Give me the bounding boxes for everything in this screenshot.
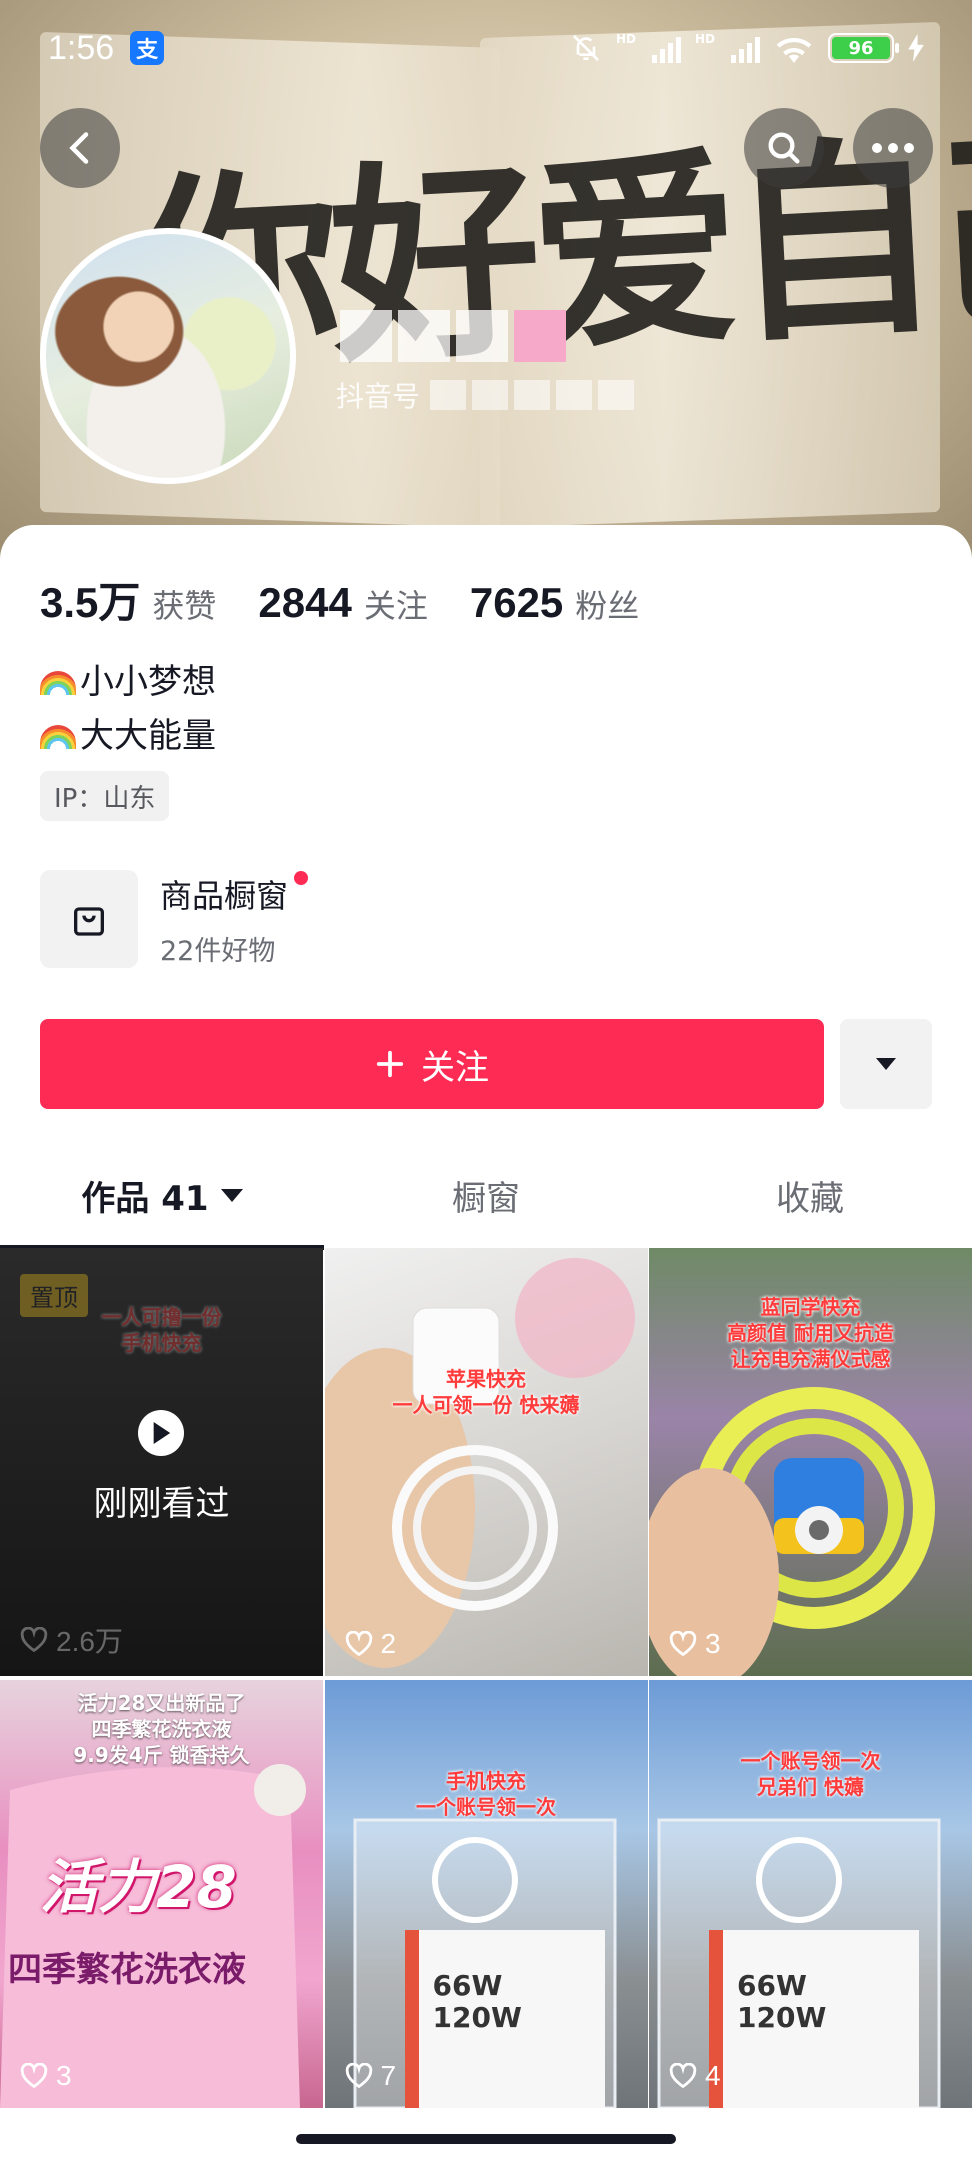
video-caption: 蓝同学快充 高颜值 耐用又抗造 让充电充满仪式感 [727,1295,894,1371]
more-dots-icon [872,143,914,153]
tab-favorites-label: 收藏 [776,1178,844,1219]
tab-works-label: 作品 41 [81,1178,209,1219]
stat-likes-value: 3.5万 [40,579,141,626]
hd-label-1: HD [615,32,636,46]
video-thumbnail-bag [353,1818,616,2108]
stat-followers[interactable]: 7625 粉丝 [470,579,639,627]
username-masked [340,310,566,370]
video-thumbnail-bag [657,1818,941,2108]
video-likes-count: 2.6万 [56,1626,123,1657]
douyin-id-label: 抖音号 [336,380,421,413]
mute-bell-icon [573,35,599,61]
heart-icon [20,2063,48,2089]
video-caption: 一个账号领一次 兄弟们 快薅 [740,1749,881,1799]
video-tile[interactable]: 苹果快充 一人可领一份 快来薅 2 [324,1248,648,1676]
notification-dot [294,870,309,885]
rainbow-icon [40,725,76,749]
video-likes-count: 3 [705,1628,721,1659]
tab-showcase-label: 橱窗 [452,1178,520,1219]
heart-icon [669,1631,697,1657]
shop-window-entry[interactable]: 商品橱窗 22件好物 [40,870,309,968]
home-indicator[interactable] [296,2134,676,2144]
video-tile[interactable]: 手机快充 一个账号领一次 66W 120W 7 [324,1680,648,2108]
video-grid: 一人可撸一份 手机快充 置顶 刚刚看过 2.6万 苹果快充 一人可领一份 快来薅… [0,1248,972,2108]
plus-icon [376,1050,404,1078]
signal-icon-2 [731,33,760,63]
video-likes-count: 7 [380,2060,397,2091]
shop-title: 商品橱窗 [160,876,289,915]
video-tile[interactable]: 蓝同学快充 高颜值 耐用又抗造 让充电充满仪式感 3 [649,1248,972,1676]
bio-line-2: 大大能量 [80,716,216,756]
stat-followers-label: 粉丝 [575,587,640,625]
bio: 小小梦想 大大能量 [40,655,216,763]
charging-icon [908,34,924,62]
product-name: 四季繁花洗衣液 [8,1950,246,1990]
video-likes-count: 4 [705,2060,721,2091]
wifi-icon [776,37,812,63]
product-label: 66W 120W [737,1969,827,2034]
more-button[interactable] [853,108,933,188]
video-likes-count: 2 [380,1628,397,1659]
battery-level: 96 [832,37,890,59]
recommend-dropdown-button[interactable] [840,1019,932,1109]
rainbow-icon [40,671,76,695]
just-watched-label: 刚刚看过 [93,1484,230,1524]
video-likes-count: 3 [56,2060,72,2091]
chevron-left-icon [69,132,89,164]
stats-row: 3.5万 获赞 2844 关注 7625 粉丝 [40,569,681,630]
video-likes: 4 [669,2060,721,2092]
tab-showcase[interactable]: 橱窗 [324,1140,648,1250]
video-caption: 活力28又出新品了 四季繁花洗衣液 9.9发4斤 锁香持久 [73,1691,250,1767]
follow-button[interactable]: 关注 [40,1019,824,1109]
stat-following-label: 关注 [363,587,428,625]
profile-tabs: 作品 41 橱窗 收藏 [0,1140,972,1250]
video-likes: 2 [345,1628,397,1660]
tab-works[interactable]: 作品 41 [0,1140,324,1250]
tab-favorites[interactable]: 收藏 [648,1140,972,1250]
video-tile[interactable]: 一个账号领一次 兄弟们 快薅 66W 120W 4 [649,1680,972,2108]
stat-following[interactable]: 2844 关注 [258,579,427,627]
avatar[interactable] [40,228,296,484]
caret-down-icon [876,1058,896,1070]
bio-line-1: 小小梦想 [80,662,216,702]
product-label: 66W 120W [432,1969,522,2034]
shopping-bag-icon [40,870,138,968]
search-button[interactable] [744,108,824,188]
stat-likes[interactable]: 3.5万 获赞 [40,569,216,630]
signal-icon-1 [651,33,681,63]
douyin-id-masked [430,380,635,410]
stat-following-value: 2844 [258,579,352,626]
heart-icon [345,2063,372,2089]
video-likes: 3 [669,1628,721,1660]
status-bar: 1:56 支 HD HD 96 [0,0,972,96]
stat-likes-label: 获赞 [152,587,217,625]
video-caption: 苹果快充 一人可领一份 快来薅 [392,1367,580,1417]
shop-subtitle: 22件好物 [160,935,276,967]
caret-down-icon [220,1188,243,1202]
battery-icon: 96 [828,33,899,63]
heart-icon [669,2063,697,2089]
pinned-badge: 置顶 [20,1274,88,1317]
play-icon [138,1410,184,1456]
status-time: 1:56 [48,28,115,67]
video-thumbnail-charger [324,1258,635,1668]
follow-button-label: 关注 [421,1047,489,1088]
back-button[interactable] [40,108,120,188]
product-brand: 活力28 [40,1853,237,1921]
video-tile[interactable]: 一人可撸一份 手机快充 置顶 刚刚看过 2.6万 [0,1248,323,1676]
video-caption: 手机快充 一个账号领一次 [416,1769,556,1819]
heart-icon [345,1631,372,1657]
video-likes: 2.6万 [20,1620,123,1660]
ip-location-tag: IP：山东 [40,771,170,821]
search-icon [768,132,800,164]
video-likes: 3 [20,2060,72,2092]
video-likes: 7 [345,2060,397,2092]
stat-followers-value: 7625 [469,579,564,626]
douyin-id: 抖音号 [336,375,635,415]
hd-label-2: HD [694,32,715,46]
alipay-icon: 支 [130,31,165,65]
video-tile[interactable]: 活力28又出新品了 四季繁花洗衣液 9.9发4斤 锁香持久 活力28 四季繁花洗… [0,1680,323,2108]
heart-icon [20,1627,48,1653]
